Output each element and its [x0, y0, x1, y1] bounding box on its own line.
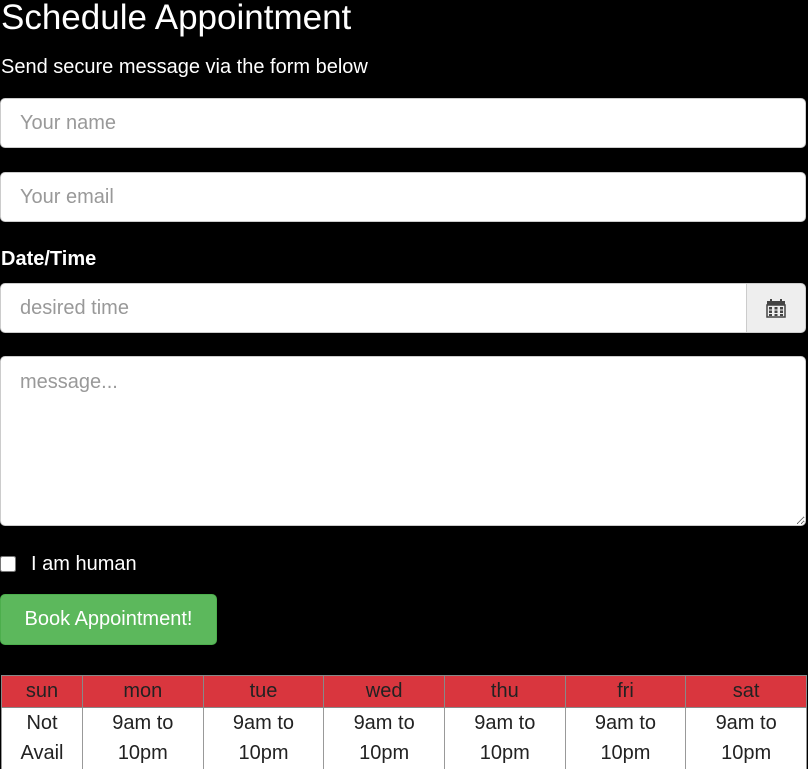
hours-cell: 9am to 10pm — [202, 707, 325, 769]
day-header: fri — [564, 675, 687, 708]
email-field[interactable] — [0, 172, 806, 222]
day-header: sun — [1, 675, 83, 708]
human-label: I am human — [31, 552, 137, 575]
day-header: sat — [685, 675, 807, 708]
day-header: wed — [323, 675, 445, 708]
page-title: Schedule Appointment — [1, 0, 352, 37]
hours-cell: 9am to 10pm — [323, 707, 445, 769]
message-field[interactable] — [0, 356, 806, 526]
hours-cell: 9am to 10pm — [443, 707, 566, 769]
human-checkbox[interactable] — [0, 556, 16, 572]
hours-line2: 10pm — [238, 742, 289, 764]
datetime-group — [0, 283, 806, 333]
hours-line1: 9am to — [474, 712, 536, 734]
hours-line1: 9am to — [112, 712, 174, 734]
hours-cell: Not Avail — [1, 707, 83, 769]
hours-line2: 10pm — [479, 742, 530, 764]
hours-line1: 9am to — [353, 712, 415, 734]
hours-cell: 9am to 10pm — [564, 707, 687, 769]
hours-cell: 9am to 10pm — [82, 707, 204, 769]
day-header: tue — [202, 675, 325, 708]
name-field[interactable] — [0, 98, 806, 148]
hours-line1: 9am to — [715, 712, 777, 734]
hours-row: Not Avail 9am to 10pm 9am to 10pm 9am to 10p… — [1, 707, 807, 769]
day-header: thu — [443, 675, 566, 708]
hours-line2: Avail — [20, 742, 64, 764]
appointment-page: Schedule Appointment Send secure message… — [0, 0, 808, 769]
hours-line2: 10pm — [117, 742, 168, 764]
book-appointment-button[interactable]: Book Appointment! — [0, 594, 217, 645]
day-header: mon — [82, 675, 204, 708]
human-check-row[interactable]: I am human — [0, 552, 137, 576]
hours-line2: 10pm — [600, 742, 651, 764]
page-subtitle: Send secure message via the form below — [1, 56, 368, 78]
datetime-label: Date/Time — [1, 248, 97, 270]
hours-line1: Not — [26, 712, 58, 734]
hours-line2: 10pm — [359, 742, 410, 764]
hours-line1: 9am to — [232, 712, 295, 734]
calendar-icon — [766, 299, 786, 318]
datetime-field[interactable] — [0, 283, 746, 333]
hours-table: sun mon tue wed thu fri sat Not Avail 9am… — [1, 675, 807, 769]
calendar-button[interactable] — [746, 283, 806, 333]
hours-cell: 9am to 10pm — [685, 707, 807, 769]
hours-line1: 9am to — [594, 712, 657, 734]
hours-line2: 10pm — [721, 742, 772, 764]
hours-header-row: sun mon tue wed thu fri sat — [1, 675, 807, 708]
